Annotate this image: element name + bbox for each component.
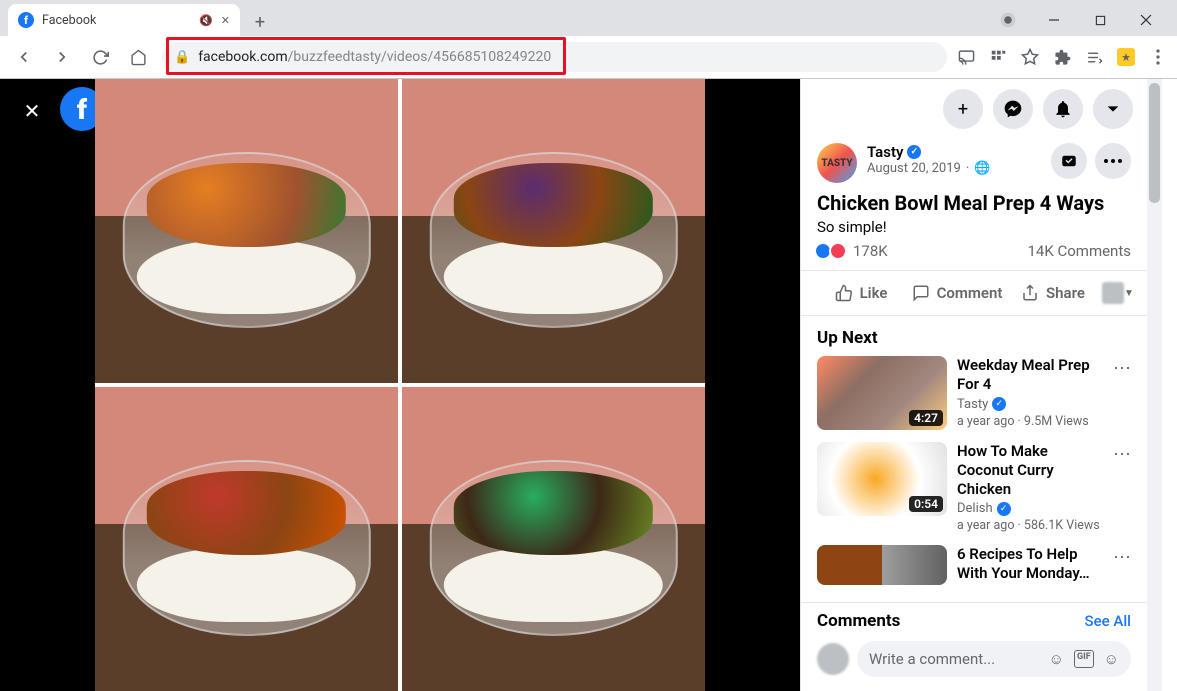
minimize-button[interactable]: [1031, 4, 1077, 36]
header-actions: +: [801, 79, 1147, 139]
love-reaction-icon: [829, 242, 847, 260]
comments-header: Comments: [817, 611, 900, 631]
bookmark-star-icon[interactable]: [1021, 48, 1039, 66]
video-thumbnail[interactable]: [817, 545, 947, 585]
verified-badge-icon: ✓: [992, 397, 1006, 411]
address-bar[interactable]: 🔒 facebook.com/buzzfeedtasty/videos/4566…: [162, 42, 947, 72]
up-next-item: 0:54 How To Make Coconut Curry Chicken D…: [817, 442, 1131, 533]
apps-icon[interactable]: [989, 48, 1007, 66]
post-title: Chicken Bowl Meal Prep 4 Ways: [817, 191, 1131, 215]
forward-button[interactable]: [48, 43, 76, 71]
page-avatar[interactable]: TASTY: [817, 143, 857, 183]
video-quadrant: [95, 79, 398, 383]
new-tab-button[interactable]: +: [246, 8, 274, 36]
video-frame: [95, 79, 705, 691]
video-thumbnail[interactable]: 0:54: [817, 442, 947, 516]
video-quadrant: [95, 387, 398, 691]
page-name-link[interactable]: Tasty✓: [867, 143, 990, 161]
video-quadrant: [402, 387, 705, 691]
video-byline[interactable]: Delish✓: [957, 501, 1103, 516]
comments-section: Comments See All Write a comment... ☺ GI…: [801, 602, 1147, 691]
video-stats: a year ago · 586.1K Views: [957, 518, 1103, 533]
verified-badge-icon: ✓: [907, 145, 921, 159]
like-button[interactable]: Like: [813, 273, 909, 313]
share-as-avatar[interactable]: ▼: [1101, 273, 1135, 313]
up-next-item: 4:27 Weekday Meal Prep For 4 Tasty✓ a ye…: [817, 356, 1131, 430]
emoji-icon[interactable]: ☺: [1049, 650, 1064, 668]
video-duration: 4:27: [909, 410, 943, 426]
video-title-link[interactable]: Weekday Meal Prep For 4: [957, 356, 1103, 394]
window-controls: [985, 4, 1169, 36]
user-avatar[interactable]: [817, 643, 849, 675]
account-dropdown-button[interactable]: [1093, 89, 1133, 129]
video-thumbnail[interactable]: 4:27: [817, 356, 947, 430]
page-content: ✕ f + TASTY Tasty✓ August 20,: [0, 79, 1177, 691]
extension-icons: ★: [957, 48, 1167, 66]
browser-tab[interactable]: f Facebook 🔇 ✕: [8, 4, 240, 36]
post-date[interactable]: August 20, 2019·🌐: [867, 161, 990, 176]
up-next-header: Up Next: [817, 328, 1131, 348]
back-button[interactable]: [10, 43, 38, 71]
gif-icon[interactable]: GIF: [1074, 650, 1094, 668]
profile-icon[interactable]: [985, 4, 1031, 36]
reload-button[interactable]: [86, 43, 114, 71]
post-more-button[interactable]: [1095, 143, 1131, 179]
reading-list-icon[interactable]: [1085, 48, 1103, 66]
lock-icon[interactable]: 🔒: [174, 50, 190, 65]
browser-toolbar: 🔒 facebook.com/buzzfeedtasty/videos/4566…: [0, 36, 1177, 78]
cast-icon[interactable]: [957, 48, 975, 66]
video-duration: 0:54: [909, 496, 943, 512]
item-more-button[interactable]: ⋯: [1113, 545, 1131, 585]
post-action-bar: Like Comment Share ▼: [801, 271, 1147, 316]
scrollbar-thumb[interactable]: [1149, 83, 1160, 203]
reactions-bar: 178K 14K Comments: [817, 242, 1131, 260]
home-button[interactable]: [124, 43, 152, 71]
comment-count[interactable]: 14K Comments: [1027, 242, 1131, 260]
create-button[interactable]: +: [943, 89, 983, 129]
video-byline[interactable]: Tasty✓: [957, 397, 1103, 412]
up-next-item: 6 Recipes To Help With Your Monday… ⋯: [817, 545, 1131, 585]
extension-badge-icon[interactable]: ★: [1117, 48, 1135, 66]
browser-chrome: f Facebook 🔇 ✕ + 🔒 facebook.com/buzzfeed…: [0, 0, 1177, 79]
item-more-button[interactable]: ⋯: [1113, 356, 1131, 430]
close-window-button[interactable]: [1123, 4, 1169, 36]
close-video-button[interactable]: ✕: [12, 91, 52, 131]
notifications-button[interactable]: [1043, 89, 1083, 129]
extensions-puzzle-icon[interactable]: [1053, 48, 1071, 66]
share-button[interactable]: Share: [1005, 273, 1101, 313]
scrollbar[interactable]: [1147, 79, 1162, 691]
video-stats: a year ago · 9.5M Views: [957, 414, 1103, 429]
comment-input[interactable]: Write a comment... ☺ GIF ☺: [857, 641, 1131, 677]
video-title-link[interactable]: 6 Recipes To Help With Your Monday…: [957, 545, 1103, 583]
reaction-count[interactable]: 178K: [817, 242, 888, 260]
item-more-button[interactable]: ⋯: [1113, 442, 1131, 533]
maximize-button[interactable]: [1077, 4, 1123, 36]
save-video-button[interactable]: [1051, 143, 1087, 179]
post-header: TASTY Tasty✓ August 20, 2019·🌐 Chicken B…: [801, 139, 1147, 271]
video-player-area[interactable]: ✕ f: [0, 79, 800, 691]
globe-icon: 🌐: [974, 161, 990, 176]
verified-badge-icon: ✓: [997, 502, 1011, 516]
chrome-menu-icon[interactable]: [1149, 48, 1167, 66]
video-title-link[interactable]: How To Make Coconut Curry Chicken: [957, 442, 1103, 498]
tab-mute-icon[interactable]: 🔇: [199, 14, 213, 27]
sticker-icon[interactable]: ☺: [1104, 650, 1119, 668]
video-sidebar: + TASTY Tasty✓ August 20, 2019·🌐: [800, 79, 1162, 691]
facebook-favicon: f: [18, 12, 34, 28]
video-quadrant: [402, 79, 705, 383]
messenger-button[interactable]: [993, 89, 1033, 129]
tab-bar: f Facebook 🔇 ✕ +: [0, 0, 1177, 36]
comment-placeholder: Write a comment...: [869, 650, 1049, 668]
up-next-section: Up Next 4:27 Weekday Meal Prep For 4 Tas…: [801, 316, 1147, 591]
see-all-comments-link[interactable]: See All: [1085, 612, 1131, 630]
tab-title: Facebook: [42, 13, 191, 28]
url-text: facebook.com/buzzfeedtasty/videos/456685…: [198, 49, 551, 65]
tab-close-icon[interactable]: ✕: [221, 14, 230, 27]
comment-button[interactable]: Comment: [909, 273, 1005, 313]
post-subtitle: So simple!: [817, 218, 1131, 236]
